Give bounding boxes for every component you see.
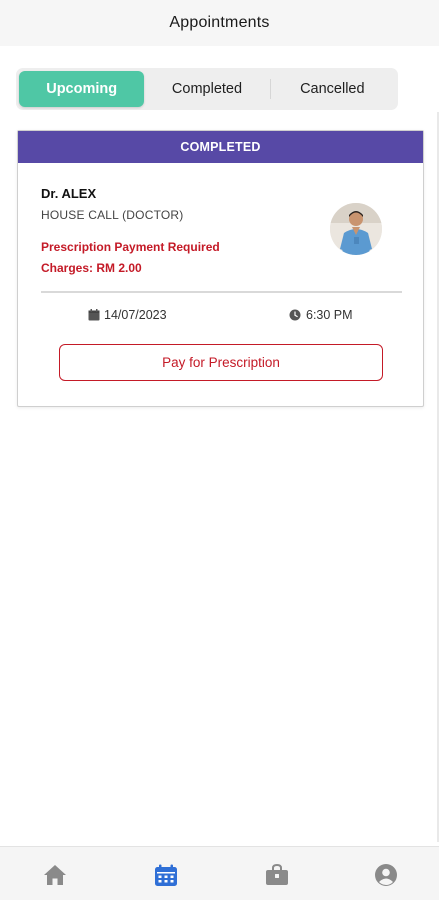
nav-appointments[interactable] xyxy=(153,863,179,887)
bottom-navigation xyxy=(0,846,439,900)
nav-home[interactable] xyxy=(42,863,68,887)
status-badge: COMPLETED xyxy=(18,131,423,163)
calendar-icon xyxy=(155,864,177,886)
time-text: 6:30 PM xyxy=(306,308,353,322)
app-screen: Appointments Upcoming Completed Cancelle… xyxy=(0,0,439,900)
charges-amount: Charges: RM 2.00 xyxy=(41,261,142,275)
profile-icon xyxy=(375,864,397,886)
tab-upcoming[interactable]: Upcoming xyxy=(19,71,145,107)
tab-cancelled[interactable]: Cancelled xyxy=(269,71,395,107)
top-app-bar: Appointments xyxy=(0,0,439,46)
tab-completed[interactable]: Completed xyxy=(144,71,269,107)
appointment-date: 14/07/2023 xyxy=(88,308,167,322)
pay-for-prescription-button[interactable]: Pay for Prescription xyxy=(59,344,383,381)
nav-profile[interactable] xyxy=(373,863,399,887)
nav-shop[interactable] xyxy=(264,863,290,887)
doctor-photo-icon xyxy=(330,203,382,255)
doctor-avatar xyxy=(330,203,382,255)
home-icon xyxy=(44,865,66,885)
bag-icon xyxy=(266,864,288,885)
appointment-tabs: Upcoming Completed Cancelled xyxy=(16,68,398,110)
date-text: 14/07/2023 xyxy=(104,308,167,322)
appointment-card[interactable]: COMPLETED Dr. ALEX HOUSE CALL (DOCTOR) P… xyxy=(17,130,424,407)
clock-icon xyxy=(289,309,301,321)
card-divider xyxy=(41,291,402,293)
payment-required-note: Prescription Payment Required xyxy=(41,240,220,254)
visit-type: HOUSE CALL (DOCTOR) xyxy=(41,208,184,222)
calendar-icon xyxy=(88,309,100,321)
page-title: Appointments xyxy=(169,14,270,31)
doctor-name: Dr. ALEX xyxy=(41,186,97,201)
appointment-time: 6:30 PM xyxy=(289,308,353,322)
